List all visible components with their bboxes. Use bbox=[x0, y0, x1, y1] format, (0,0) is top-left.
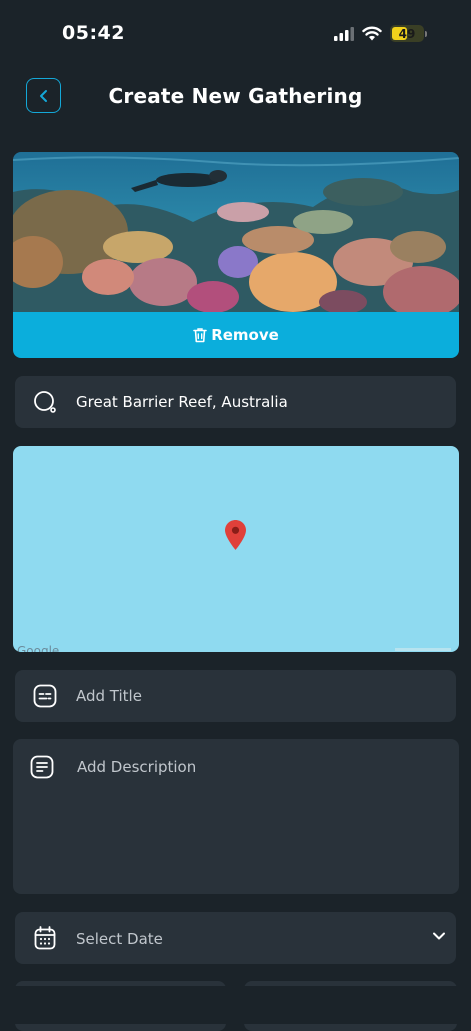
calendar-icon bbox=[34, 926, 56, 950]
location-value: Great Barrier Reef, Australia bbox=[76, 393, 288, 411]
description-placeholder: Add Description bbox=[77, 758, 197, 776]
title-field[interactable]: Add Title bbox=[15, 670, 456, 722]
title-icon bbox=[33, 684, 57, 708]
remove-button[interactable]: Remove bbox=[13, 312, 459, 358]
bottom-fade bbox=[0, 986, 471, 1024]
map-logo: Google bbox=[17, 644, 60, 652]
trash-icon bbox=[193, 328, 207, 343]
battery-tip bbox=[425, 30, 427, 37]
signal-icon bbox=[334, 26, 354, 41]
wifi-icon bbox=[362, 26, 382, 41]
page-title: Create New Gathering bbox=[108, 84, 363, 108]
description-icon bbox=[30, 755, 54, 779]
remove-label: Remove bbox=[211, 326, 279, 344]
status-time: 05:42 bbox=[62, 22, 125, 44]
date-select-field[interactable]: Select Date bbox=[15, 912, 456, 964]
status-bar: 05:42 49 bbox=[0, 0, 471, 70]
status-icons: 49 bbox=[334, 25, 427, 42]
battery-indicator: 49 bbox=[390, 25, 424, 42]
title-placeholder: Add Title bbox=[76, 687, 142, 705]
header: Create New Gathering bbox=[0, 70, 471, 126]
battery-percent: 49 bbox=[398, 26, 416, 41]
map-view[interactable]: Google bbox=[13, 446, 459, 652]
battery-icon: 49 bbox=[390, 25, 427, 42]
map-pin-icon bbox=[225, 520, 246, 550]
chevron-down-icon bbox=[433, 932, 445, 940]
description-field[interactable]: Add Description bbox=[13, 739, 459, 894]
location-search-field[interactable]: Great Barrier Reef, Australia bbox=[15, 376, 456, 428]
search-icon bbox=[34, 391, 56, 413]
cover-image bbox=[13, 152, 459, 312]
map-attribution bbox=[395, 648, 451, 651]
cover-image-card: Remove bbox=[13, 152, 459, 358]
date-placeholder: Select Date bbox=[76, 930, 163, 948]
